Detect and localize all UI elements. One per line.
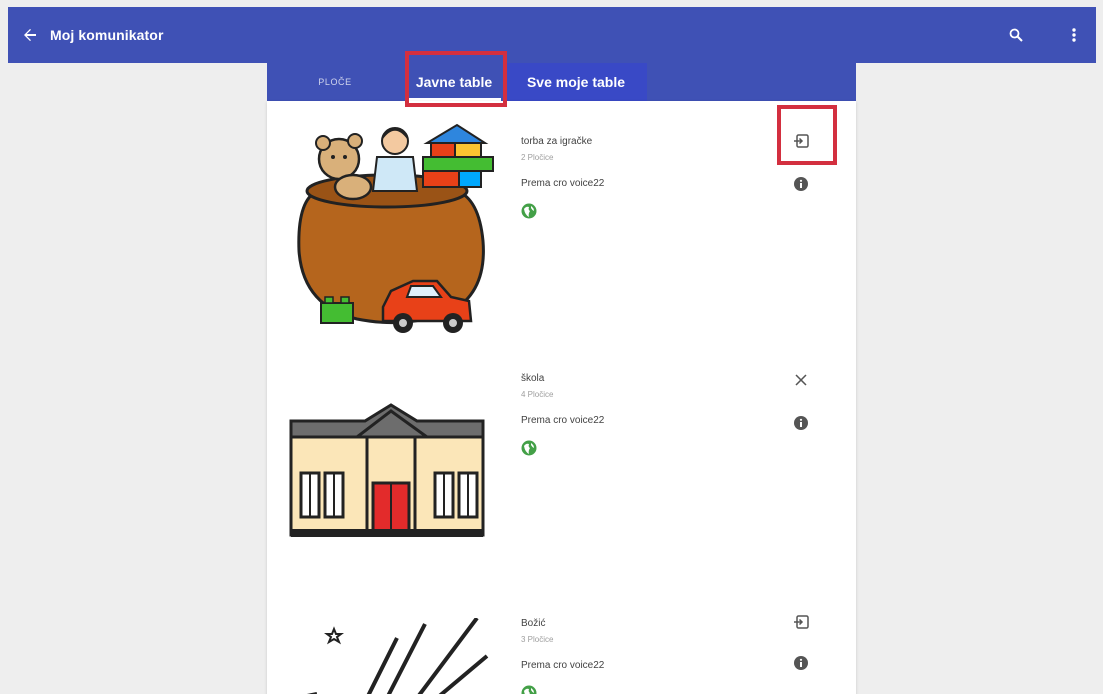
board-name: škola: [521, 373, 545, 384]
board-info: torba za igračke 2 Pločice Prema cro voi…: [521, 136, 604, 219]
top-app-bar: Moj komunikator: [8, 7, 1096, 63]
search-icon[interactable]: [1002, 21, 1030, 49]
board-name: Božić: [521, 618, 546, 629]
list-item[interactable]: Božić 3 Pločice Prema cro voice22: [267, 588, 856, 694]
tab-label: PLOČE: [318, 77, 352, 87]
tab-ploce[interactable]: PLOČE: [267, 63, 403, 101]
board-count: 2 Pločice: [521, 153, 554, 162]
tab-sve-moje-table[interactable]: Sve moje table: [505, 63, 647, 101]
globe-icon: [521, 440, 537, 456]
list-item[interactable]: škola 4 Pločice Prema cro voice22: [267, 353, 856, 588]
close-icon[interactable]: [791, 370, 811, 390]
toy-bag-image: [287, 121, 497, 351]
more-vert-icon[interactable]: [1060, 21, 1088, 49]
globe-icon: [521, 685, 537, 694]
christmas-image: [287, 616, 497, 694]
info-icon[interactable]: [793, 655, 809, 671]
info-icon[interactable]: [793, 415, 809, 431]
tab-javne-table[interactable]: Javne table: [403, 63, 505, 101]
board-author: Prema cro voice22: [521, 660, 605, 671]
back-arrow-icon[interactable]: [16, 21, 44, 49]
board-count: 4 Pločice: [521, 390, 554, 399]
app-title: Moj komunikator: [50, 27, 164, 43]
board-count: 3 Pločice: [521, 635, 554, 644]
school-image: [287, 403, 497, 543]
board-info: Božić 3 Pločice Prema cro voice22: [521, 618, 604, 694]
tab-label: Javne table: [415, 74, 493, 90]
list-item[interactable]: torba za igračke 2 Pločice Prema cro voi…: [267, 101, 856, 353]
board-info: škola 4 Pločice Prema cro voice22: [521, 373, 604, 456]
globe-icon: [521, 203, 537, 219]
tab-bar: PLOČE Javne table Sve moje table: [267, 63, 856, 101]
board-author: Prema cro voice22: [521, 415, 605, 426]
tab-label: Sve moje table: [526, 74, 626, 90]
board-list: torba za igračke 2 Pločice Prema cro voi…: [267, 101, 856, 694]
open-board-icon[interactable]: [791, 131, 811, 151]
board-author: Prema cro voice22: [521, 178, 605, 189]
board-name: torba za igračke: [521, 136, 593, 147]
open-board-icon[interactable]: [791, 612, 811, 632]
app-screen: Moj komunikator PLOČE Javne table Sve mo…: [0, 0, 1103, 694]
info-icon[interactable]: [793, 176, 809, 192]
